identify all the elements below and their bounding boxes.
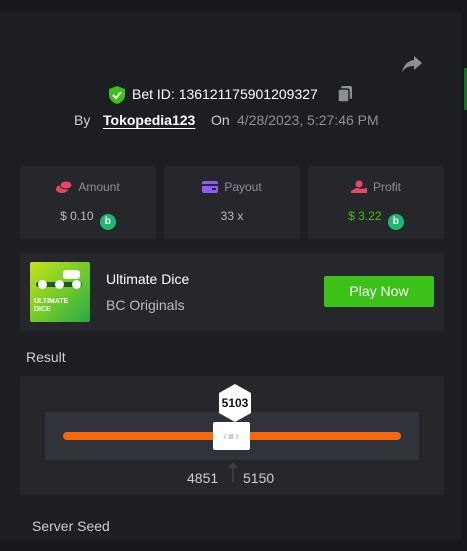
game-thumbnail[interactable]: ULTIMATE DICE [30, 262, 90, 322]
bet-id-row: Bet ID: 136121175901209327 [0, 84, 467, 106]
share-icon[interactable] [400, 54, 424, 76]
thumb-title: ULTIMATE DICE [34, 298, 69, 313]
thumb-decoration [38, 280, 47, 289]
bcd-coin-icon: b [387, 214, 404, 230]
bet-id-value: 136121175901209327 [178, 86, 318, 102]
result-label: Result [26, 349, 66, 365]
verified-shield-icon [109, 86, 125, 104]
bcd-coin-icon: b [99, 214, 116, 230]
thumb-decoration [63, 270, 80, 279]
top-bar [0, 0, 467, 12]
stat-amount-value: $ 0.10 [60, 209, 94, 223]
result-panel: ‹⏸› 5103 4851 5150 [20, 376, 444, 495]
thumb-decoration [72, 280, 81, 289]
stat-payout: Payout 33 x [164, 166, 300, 239]
game-card: ULTIMATE DICE Ultimate Dice BC Originals… [20, 253, 444, 331]
range-marker-icon [228, 462, 238, 482]
drag-handle-icon: ‹⏸› [223, 429, 240, 443]
bet-id-label: Bet ID: [132, 86, 175, 102]
bet-id: Bet ID: 136121175901209327 [132, 86, 318, 102]
stat-payout-label: Payout [224, 180, 262, 194]
username-link[interactable]: Tokopedia123 [103, 112, 195, 128]
game-provider: BC Originals [106, 297, 185, 313]
hand-coin-icon [350, 180, 367, 193]
stat-amount: Amount $ 0.10 b [20, 166, 156, 239]
bet-author-row: By Tokopedia123 On 4/28/2023, 5:27:46 PM [0, 112, 467, 132]
coins-icon [56, 180, 73, 193]
range-high: 5150 [243, 470, 275, 486]
thumb-decoration [55, 280, 64, 289]
copy-icon[interactable] [337, 85, 353, 103]
result-value: 5103 [221, 396, 249, 410]
stat-profit-value: $ 3.22 [348, 209, 382, 223]
range-low: 4851 [187, 470, 219, 486]
wallet-icon [202, 181, 219, 193]
server-seed-label: Server Seed [32, 518, 110, 534]
bottom-edge [0, 540, 467, 551]
stat-profit-label: Profit [372, 180, 401, 194]
slider-handle: ‹⏸› [213, 422, 250, 450]
stat-amount-label: Amount [78, 180, 120, 194]
stat-profit: Profit $ 3.22 b [308, 166, 444, 239]
game-name: Ultimate Dice [106, 271, 190, 287]
stat-payout-value: 33 x [220, 209, 244, 223]
by-label: By [74, 112, 91, 128]
on-label: On [211, 112, 230, 128]
bet-date: 4/28/2023, 5:27:46 PM [237, 112, 379, 128]
play-now-button[interactable]: Play Now [324, 276, 434, 307]
